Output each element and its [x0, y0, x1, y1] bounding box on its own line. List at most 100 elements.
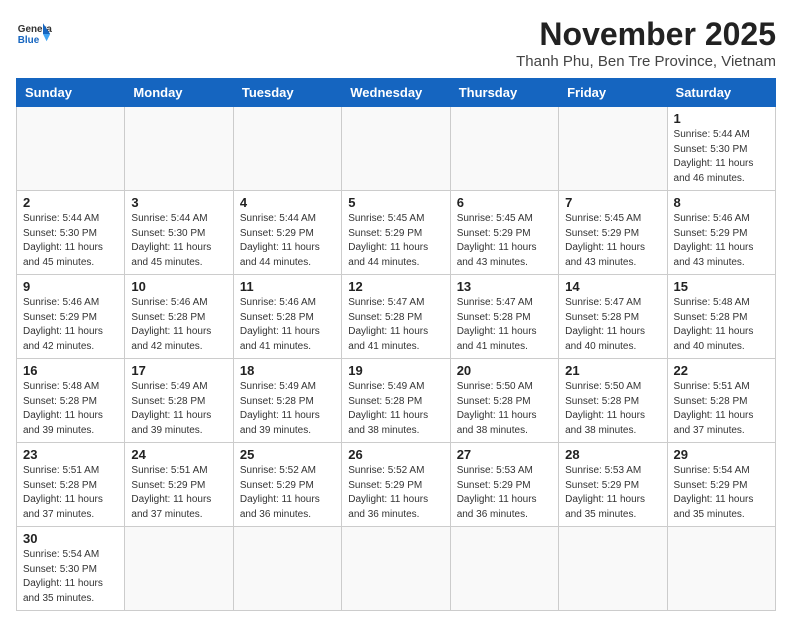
calendar-cell: 28 Sunrise: 5:53 AM Sunset: 5:29 PM Dayli… — [559, 443, 667, 527]
column-header-monday: Monday — [125, 79, 233, 107]
calendar-cell: 17Sunrise: 5:49 AM Sunset: 5:28 PM Dayli… — [125, 359, 233, 443]
column-header-thursday: Thursday — [450, 79, 558, 107]
day-info: Sunrise: 5:46 AM Sunset: 5:29 PM Dayligh… — [23, 296, 118, 354]
page-header: General Blue November 2025 Thanh Phu, Be… — [16, 16, 776, 70]
day-info: Sunrise: 5:44 AM Sunset: 5:30 PM Dayligh… — [23, 212, 118, 270]
day-info: Sunrise: 5:49 AM Sunset: 5:28 PM Dayligh… — [348, 380, 443, 438]
day-number: 23 — [23, 447, 118, 462]
calendar-week-row: 30Sunrise: 5:54 AM Sunset: 5:30 PM Dayli… — [17, 527, 776, 611]
day-number: 27 — [457, 447, 552, 462]
calendar-cell — [125, 527, 233, 611]
day-number: 24 — [131, 447, 226, 462]
day-info: Sunrise: 5:51 AM Sunset: 5:28 PM Dayligh… — [674, 380, 769, 438]
day-number: 8 — [674, 195, 769, 210]
location-title: Thanh Phu, Ben Tre Province, Vietnam — [516, 53, 776, 70]
calendar-cell — [342, 527, 450, 611]
calendar-cell — [559, 527, 667, 611]
calendar-cell: 8Sunrise: 5:46 AM Sunset: 5:29 PM Daylig… — [667, 191, 775, 275]
column-header-sunday: Sunday — [17, 79, 125, 107]
day-number: 18 — [240, 363, 335, 378]
day-number: 28 — [565, 447, 660, 462]
calendar-cell — [342, 107, 450, 191]
day-number: 20 — [457, 363, 552, 378]
calendar-cell: 23 Sunrise: 5:51 AM Sunset: 5:28 PM Dayli… — [17, 443, 125, 527]
day-info: Sunrise: 5:51 AM Sunset: 5:29 PM Dayligh… — [131, 464, 226, 522]
calendar-cell: 29 Sunrise: 5:54 AM Sunset: 5:29 PM Dayli… — [667, 443, 775, 527]
title-area: November 2025 Thanh Phu, Ben Tre Provinc… — [516, 16, 776, 70]
day-info: Sunrise: 5:50 AM Sunset: 5:28 PM Dayligh… — [565, 380, 660, 438]
day-number: 4 — [240, 195, 335, 210]
day-info: Sunrise: 5:52 AM Sunset: 5:29 PM Dayligh… — [348, 464, 443, 522]
logo-icon: General Blue — [16, 16, 52, 52]
day-info: Sunrise: 5:47 AM Sunset: 5:28 PM Dayligh… — [565, 296, 660, 354]
calendar-cell: 27 Sunrise: 5:53 AM Sunset: 5:29 PM Dayli… — [450, 443, 558, 527]
calendar-cell: 9 Sunrise: 5:46 AM Sunset: 5:29 PM Daylig… — [17, 275, 125, 359]
calendar-cell: 15Sunrise: 5:48 AM Sunset: 5:28 PM Dayli… — [667, 275, 775, 359]
day-info: Sunrise: 5:44 AM Sunset: 5:30 PM Dayligh… — [131, 212, 226, 270]
day-number: 1 — [674, 111, 769, 126]
day-info: Sunrise: 5:47 AM Sunset: 5:28 PM Dayligh… — [457, 296, 552, 354]
calendar-week-row: 9 Sunrise: 5:46 AM Sunset: 5:29 PM Daylig… — [17, 275, 776, 359]
day-info: Sunrise: 5:45 AM Sunset: 5:29 PM Dayligh… — [457, 212, 552, 270]
day-number: 2 — [23, 195, 118, 210]
calendar-week-row: 23 Sunrise: 5:51 AM Sunset: 5:28 PM Dayli… — [17, 443, 776, 527]
day-info: Sunrise: 5:47 AM Sunset: 5:28 PM Dayligh… — [348, 296, 443, 354]
calendar-cell: 10Sunrise: 5:46 AM Sunset: 5:28 PM Dayli… — [125, 275, 233, 359]
calendar-cell: 1 Sunrise: 5:44 AM Sunset: 5:30 PM Daylig… — [667, 107, 775, 191]
day-info: Sunrise: 5:54 AM Sunset: 5:29 PM Dayligh… — [674, 464, 769, 522]
day-info: Sunrise: 5:53 AM Sunset: 5:29 PM Dayligh… — [457, 464, 552, 522]
calendar-cell: 7 Sunrise: 5:45 AM Sunset: 5:29 PM Daylig… — [559, 191, 667, 275]
day-info: Sunrise: 5:49 AM Sunset: 5:28 PM Dayligh… — [131, 380, 226, 438]
calendar-cell: 20 Sunrise: 5:50 AM Sunset: 5:28 PM Dayli… — [450, 359, 558, 443]
day-number: 25 — [240, 447, 335, 462]
day-number: 5 — [348, 195, 443, 210]
calendar-cell — [559, 107, 667, 191]
day-number: 7 — [565, 195, 660, 210]
day-number: 13 — [457, 279, 552, 294]
calendar-cell: 25 Sunrise: 5:52 AM Sunset: 5:29 PM Dayli… — [233, 443, 341, 527]
calendar-cell: 13 Sunrise: 5:47 AM Sunset: 5:28 PM Dayli… — [450, 275, 558, 359]
day-number: 14 — [565, 279, 660, 294]
day-info: Sunrise: 5:46 AM Sunset: 5:28 PM Dayligh… — [240, 296, 335, 354]
day-info: Sunrise: 5:51 AM Sunset: 5:28 PM Dayligh… — [23, 464, 118, 522]
calendar-cell: 4Sunrise: 5:44 AM Sunset: 5:29 PM Daylig… — [233, 191, 341, 275]
day-number: 3 — [131, 195, 226, 210]
calendar-cell: 5Sunrise: 5:45 AM Sunset: 5:29 PM Daylig… — [342, 191, 450, 275]
calendar-cell: 14 Sunrise: 5:47 AM Sunset: 5:28 PM Dayli… — [559, 275, 667, 359]
calendar-cell — [233, 107, 341, 191]
calendar-cell: 16 Sunrise: 5:48 AM Sunset: 5:28 PM Dayli… — [17, 359, 125, 443]
calendar-cell: 30Sunrise: 5:54 AM Sunset: 5:30 PM Dayli… — [17, 527, 125, 611]
calendar-cell — [450, 527, 558, 611]
day-info: Sunrise: 5:49 AM Sunset: 5:28 PM Dayligh… — [240, 380, 335, 438]
day-number: 19 — [348, 363, 443, 378]
day-info: Sunrise: 5:44 AM Sunset: 5:30 PM Dayligh… — [674, 128, 769, 186]
calendar-cell: 18 Sunrise: 5:49 AM Sunset: 5:28 PM Dayli… — [233, 359, 341, 443]
calendar-cell: 2 Sunrise: 5:44 AM Sunset: 5:30 PM Daylig… — [17, 191, 125, 275]
day-info: Sunrise: 5:52 AM Sunset: 5:29 PM Dayligh… — [240, 464, 335, 522]
calendar-cell: 26 Sunrise: 5:52 AM Sunset: 5:29 PM Dayli… — [342, 443, 450, 527]
day-info: Sunrise: 5:54 AM Sunset: 5:30 PM Dayligh… — [23, 548, 118, 606]
calendar-week-row: 1 Sunrise: 5:44 AM Sunset: 5:30 PM Daylig… — [17, 107, 776, 191]
day-number: 29 — [674, 447, 769, 462]
calendar-cell — [233, 527, 341, 611]
day-number: 11 — [240, 279, 335, 294]
day-info: Sunrise: 5:53 AM Sunset: 5:29 PM Dayligh… — [565, 464, 660, 522]
column-header-wednesday: Wednesday — [342, 79, 450, 107]
day-number: 12 — [348, 279, 443, 294]
calendar-cell: 3 Sunrise: 5:44 AM Sunset: 5:30 PM Daylig… — [125, 191, 233, 275]
day-number: 26 — [348, 447, 443, 462]
day-number: 21 — [565, 363, 660, 378]
calendar-cell: 21 Sunrise: 5:50 AM Sunset: 5:28 PM Dayli… — [559, 359, 667, 443]
day-info: Sunrise: 5:45 AM Sunset: 5:29 PM Dayligh… — [565, 212, 660, 270]
day-info: Sunrise: 5:50 AM Sunset: 5:28 PM Dayligh… — [457, 380, 552, 438]
day-info: Sunrise: 5:48 AM Sunset: 5:28 PM Dayligh… — [23, 380, 118, 438]
column-header-friday: Friday — [559, 79, 667, 107]
calendar-cell — [125, 107, 233, 191]
day-number: 16 — [23, 363, 118, 378]
day-number: 9 — [23, 279, 118, 294]
svg-text:Blue: Blue — [18, 35, 40, 46]
calendar-table: SundayMondayTuesdayWednesdayThursdayFrid… — [16, 78, 776, 611]
calendar-week-row: 16 Sunrise: 5:48 AM Sunset: 5:28 PM Dayli… — [17, 359, 776, 443]
calendar-cell: 11 Sunrise: 5:46 AM Sunset: 5:28 PM Dayli… — [233, 275, 341, 359]
calendar-header-row: SundayMondayTuesdayWednesdayThursdayFrid… — [17, 79, 776, 107]
